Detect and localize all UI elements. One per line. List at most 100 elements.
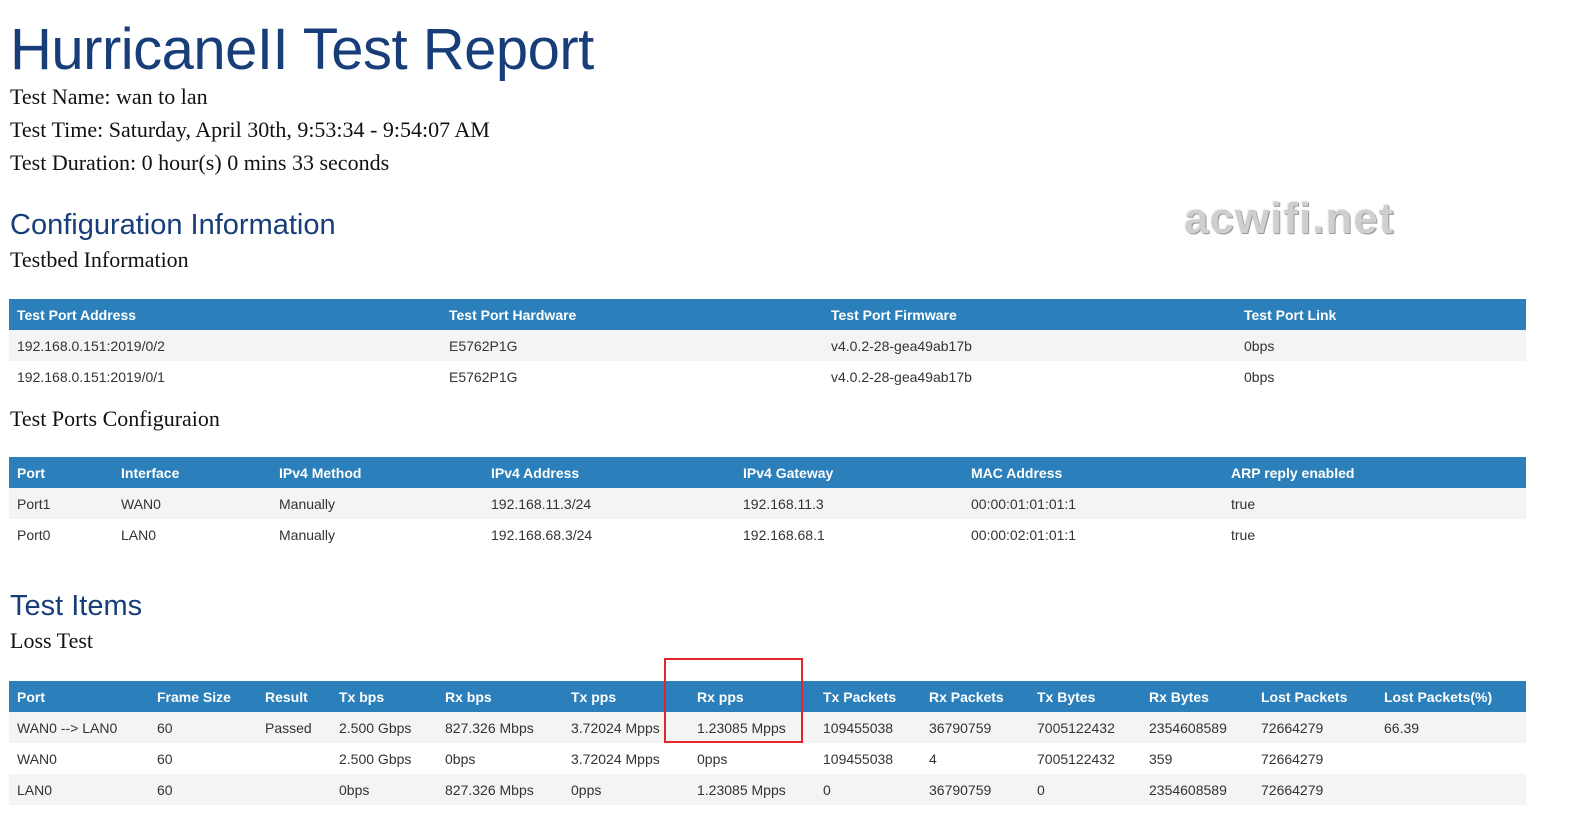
table-cell: [257, 743, 331, 774]
table-cell: Port1: [9, 488, 113, 519]
table-cell: 36790759: [921, 774, 1029, 805]
column-header: Interface: [113, 457, 271, 488]
column-header: Tx Packets: [815, 681, 921, 712]
table-cell: 192.168.0.151:2019/0/2: [9, 330, 441, 361]
table-row: WAN0 60 2.500 Gbps 0bps 3.72024 Mpps 0pp…: [9, 743, 1526, 774]
column-header: Lost Packets(%): [1376, 681, 1526, 712]
column-header: MAC Address: [963, 457, 1223, 488]
table-header-row: Port Interface IPv4 Method IPv4 Address …: [9, 457, 1526, 488]
table-cell: Port0: [9, 519, 113, 550]
table-row: Port1 WAN0 Manually 192.168.11.3/24 192.…: [9, 488, 1526, 519]
column-header: Lost Packets: [1253, 681, 1376, 712]
column-header: ARP reply enabled: [1223, 457, 1526, 488]
table-cell: Manually: [271, 519, 483, 550]
column-header: Test Port Link: [1236, 299, 1526, 330]
table-cell: 109455038: [815, 712, 921, 743]
test-name: Test Name: wan to lan: [10, 84, 208, 109]
table-cell: 359: [1141, 743, 1253, 774]
table-cell: 00:00:02:01:01:1: [963, 519, 1223, 550]
table-cell: WAN0 --> LAN0: [9, 712, 149, 743]
table-cell: 192.168.0.151:2019/0/1: [9, 361, 441, 392]
table-cell: 192.168.68.1: [735, 519, 963, 550]
table-cell: [257, 774, 331, 805]
table-cell: 0bps: [1236, 361, 1526, 392]
table-cell: 827.326 Mbps: [437, 712, 563, 743]
column-header: IPv4 Address: [483, 457, 735, 488]
table-cell: v4.0.2-28-gea49ab17b: [823, 361, 1236, 392]
table-cell: 192.168.11.3: [735, 488, 963, 519]
column-header: Rx Packets: [921, 681, 1029, 712]
table-cell: 0: [1029, 774, 1141, 805]
table-row: 192.168.0.151:2019/0/1 E5762P1G v4.0.2-2…: [9, 361, 1526, 392]
column-header: Tx bps: [331, 681, 437, 712]
table-cell: WAN0: [9, 743, 149, 774]
table-cell: 2.500 Gbps: [331, 743, 437, 774]
table-cell: Manually: [271, 488, 483, 519]
table-row: 192.168.0.151:2019/0/2 E5762P1G v4.0.2-2…: [9, 330, 1526, 361]
column-header: Port: [9, 457, 113, 488]
table-cell: [1376, 774, 1526, 805]
table-cell: 60: [149, 774, 257, 805]
testbed-table: Test Port Address Test Port Hardware Tes…: [9, 299, 1526, 392]
table-cell: 3.72024 Mpps: [563, 712, 689, 743]
column-header: Frame Size: [149, 681, 257, 712]
table-cell: v4.0.2-28-gea49ab17b: [823, 330, 1236, 361]
column-header: Port: [9, 681, 149, 712]
report-title: HurricaneII Test Report: [10, 17, 594, 82]
table-cell: 60: [149, 743, 257, 774]
test-items-heading: Test Items: [10, 590, 143, 622]
table-cell: 0bps: [331, 774, 437, 805]
table-cell: [1376, 743, 1526, 774]
column-header: Tx pps: [563, 681, 689, 712]
table-cell: 0bps: [1236, 330, 1526, 361]
table-cell: 72664279: [1253, 712, 1376, 743]
table-cell: 2354608589: [1141, 774, 1253, 805]
table-header-row: Test Port Address Test Port Hardware Tes…: [9, 299, 1526, 330]
table-cell: 36790759: [921, 712, 1029, 743]
column-header: Rx Bytes: [1141, 681, 1253, 712]
table-cell: 192.168.11.3/24: [483, 488, 735, 519]
table-cell: 3.72024 Mpps: [563, 743, 689, 774]
table-cell: E5762P1G: [441, 330, 823, 361]
table-cell: 827.326 Mbps: [437, 774, 563, 805]
column-header: Rx pps: [689, 681, 815, 712]
table-cell: 4: [921, 743, 1029, 774]
table-cell: 72664279: [1253, 743, 1376, 774]
table-cell: 72664279: [1253, 774, 1376, 805]
table-cell: Passed: [257, 712, 331, 743]
table-cell: true: [1223, 488, 1526, 519]
test-duration: Test Duration: 0 hour(s) 0 mins 33 secon…: [10, 150, 390, 175]
table-cell: 00:00:01:01:01:1: [963, 488, 1223, 519]
column-header: IPv4 Method: [271, 457, 483, 488]
table-cell: 109455038: [815, 743, 921, 774]
table-cell: 192.168.68.3/24: [483, 519, 735, 550]
table-cell: 2354608589: [1141, 712, 1253, 743]
table-cell: 0pps: [563, 774, 689, 805]
column-header: Test Port Hardware: [441, 299, 823, 330]
table-cell: true: [1223, 519, 1526, 550]
column-header: Test Port Address: [9, 299, 441, 330]
table-row: Port0 LAN0 Manually 192.168.68.3/24 192.…: [9, 519, 1526, 550]
table-cell: 66.39: [1376, 712, 1526, 743]
configuration-heading: Configuration Information: [10, 209, 336, 241]
column-header: Rx bps: [437, 681, 563, 712]
table-cell: 1.23085 Mpps: [689, 712, 815, 743]
table-cell: 2.500 Gbps: [331, 712, 437, 743]
table-cell: WAN0: [113, 488, 271, 519]
table-header-row: Port Frame Size Result Tx bps Rx bps Tx …: [9, 681, 1526, 712]
column-header: Test Port Firmware: [823, 299, 1236, 330]
ports-config-heading: Test Ports Configuraion: [10, 406, 220, 431]
table-cell: LAN0: [113, 519, 271, 550]
table-cell: 0pps: [689, 743, 815, 774]
loss-test-table: Port Frame Size Result Tx bps Rx bps Tx …: [9, 681, 1526, 805]
watermark: acwifi.net: [1184, 194, 1395, 243]
table-cell: 0bps: [437, 743, 563, 774]
column-header: IPv4 Gateway: [735, 457, 963, 488]
table-cell: E5762P1G: [441, 361, 823, 392]
table-row: LAN0 60 0bps 827.326 Mbps 0pps 1.23085 M…: [9, 774, 1526, 805]
table-cell: 7005122432: [1029, 712, 1141, 743]
testbed-heading: Testbed Information: [10, 247, 189, 272]
test-time: Test Time: Saturday, April 30th, 9:53:34…: [10, 117, 490, 142]
ports-config-table: Port Interface IPv4 Method IPv4 Address …: [9, 457, 1526, 550]
table-cell: 7005122432: [1029, 743, 1141, 774]
